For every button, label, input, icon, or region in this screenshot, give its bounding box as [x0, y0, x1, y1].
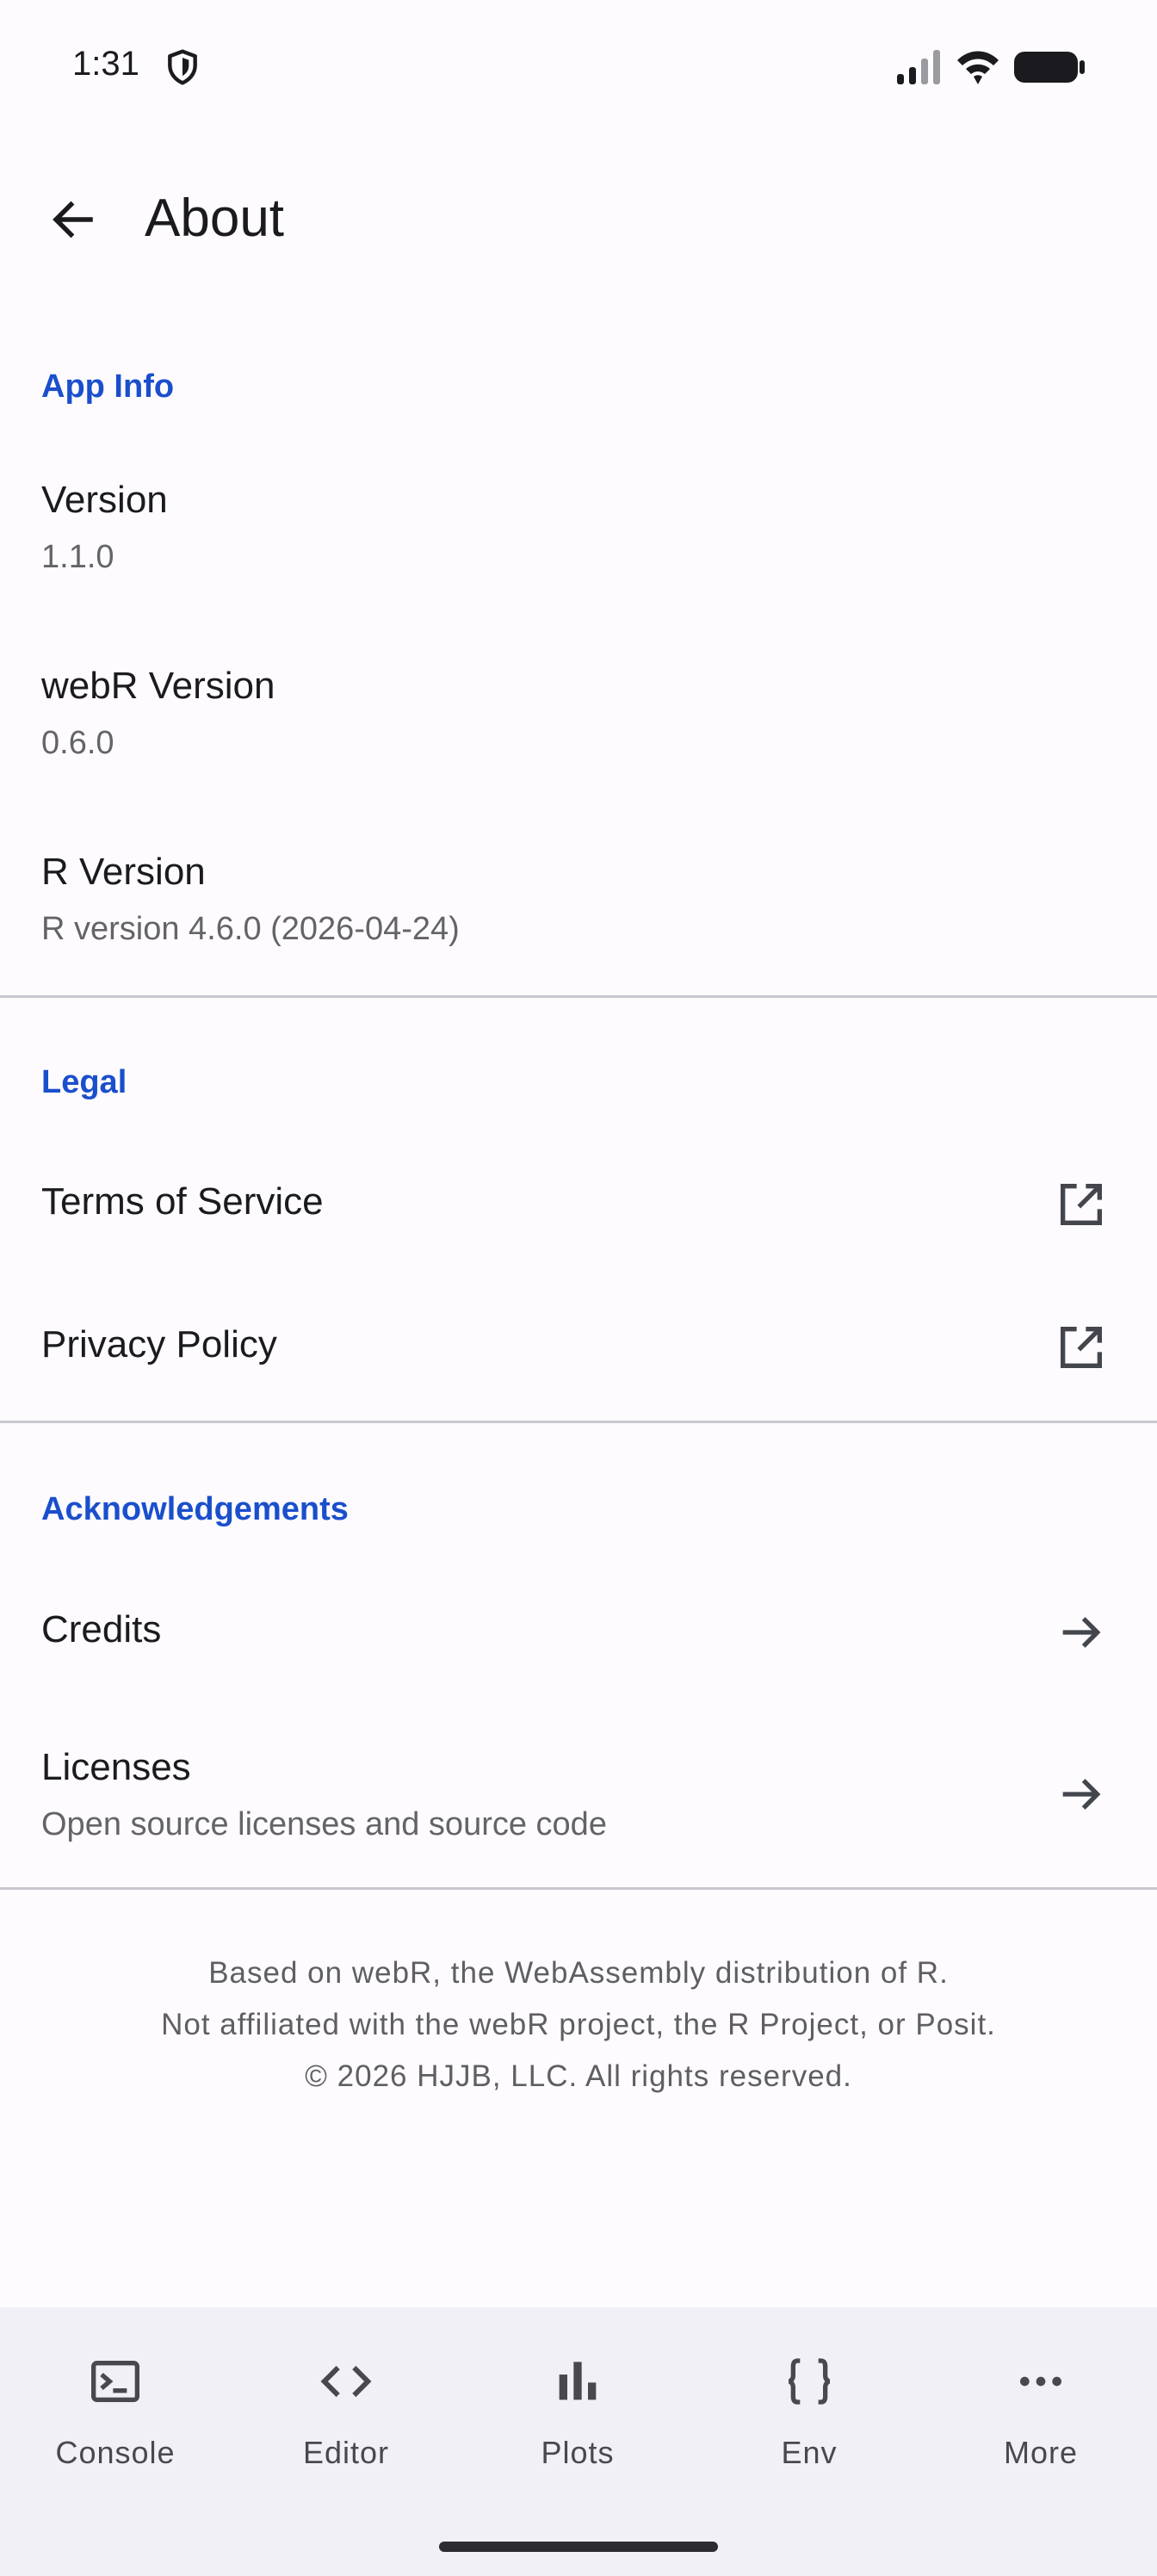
credits-row[interactable]: Credits — [0, 1557, 1157, 1703]
app-bar: About — [0, 155, 1157, 284]
nav-label: Console — [55, 2435, 176, 2470]
terminal-icon — [91, 2361, 139, 2402]
info-item-title: R Version — [41, 851, 206, 893]
more-horizontal-icon — [1020, 2376, 1061, 2387]
info-item-value: R version 4.6.0 (2026-04-24) — [41, 911, 460, 947]
nav-item-editor[interactable]: Editor — [231, 2307, 461, 2505]
divider — [0, 1421, 1157, 1423]
arrow-right-icon — [1062, 1617, 1101, 1648]
terms-of-service-link[interactable]: Terms of Service — [0, 1131, 1157, 1278]
info-item-version: Version 1.1.0 — [0, 465, 1157, 603]
licenses-row[interactable]: Licenses Open source licenses and source… — [0, 1710, 1157, 1882]
status-bar: 1:31 — [0, 0, 1157, 138]
row-label: Privacy Policy — [41, 1323, 277, 1365]
nav-label: Plots — [541, 2435, 615, 2470]
info-item-title: Version — [41, 479, 168, 521]
row-label: Terms of Service — [41, 1180, 324, 1223]
nav-label: Editor — [302, 2435, 390, 2470]
about-screen: 1:31 About App Info Version 1.1.0 webR V… — [0, 0, 1157, 2576]
back-button[interactable] — [34, 181, 112, 258]
info-item-value: 0.6.0 — [41, 725, 114, 761]
footer-line: © 2026 HJJB, LLC. All rights reserved. — [305, 2059, 852, 2093]
footer-line: Not affiliated with the webR project, th… — [161, 2008, 996, 2041]
bar-chart-icon — [559, 2362, 597, 2400]
nav-item-console[interactable]: Console — [0, 2307, 231, 2505]
divider — [0, 995, 1157, 998]
nav-item-env[interactable]: Env — [694, 2307, 925, 2505]
bottom-navigation: Console Editor Plots Env More — [0, 2307, 1157, 2576]
signal-icon — [897, 50, 940, 84]
open-in-new-icon — [1061, 1184, 1102, 1225]
code-icon — [320, 2365, 372, 2398]
arrow-back-icon — [53, 201, 93, 238]
info-item-title: webR Version — [41, 665, 275, 707]
section-header-app-info: App Info — [41, 368, 175, 405]
privacy-policy-link[interactable]: Privacy Policy — [0, 1274, 1157, 1421]
section-header-acknowledgements: Acknowledgements — [41, 1491, 349, 1527]
open-in-new-icon — [1061, 1327, 1102, 1368]
row-label: Credits — [41, 1608, 162, 1650]
section-header-legal: Legal — [41, 1064, 127, 1100]
divider — [0, 1887, 1157, 1890]
row-subtitle: Open source licenses and source code — [41, 1806, 607, 1842]
info-item-r-version: R Version R version 4.6.0 (2026-04-24) — [0, 837, 1157, 975]
battery-icon — [1014, 52, 1085, 83]
nav-label: Env — [781, 2435, 838, 2470]
row-label: Licenses — [41, 1746, 191, 1788]
shield-icon — [168, 49, 197, 85]
arrow-right-icon — [1062, 1779, 1101, 1810]
braces-icon — [788, 2358, 831, 2405]
nav-item-plots[interactable]: Plots — [462, 2307, 693, 2505]
footer-line: Based on webR, the WebAssembly distribut… — [208, 1956, 949, 1990]
nav-label: More — [1003, 2435, 1079, 2470]
info-item-value: 1.1.0 — [41, 539, 114, 575]
nav-item-more[interactable]: More — [925, 2307, 1156, 2505]
wifi-icon — [957, 51, 999, 84]
page-title: About — [145, 189, 285, 248]
home-indicator[interactable] — [439, 2542, 718, 2552]
info-item-webr-version: webR Version 0.6.0 — [0, 651, 1157, 789]
status-time: 1:31 — [72, 45, 139, 83]
